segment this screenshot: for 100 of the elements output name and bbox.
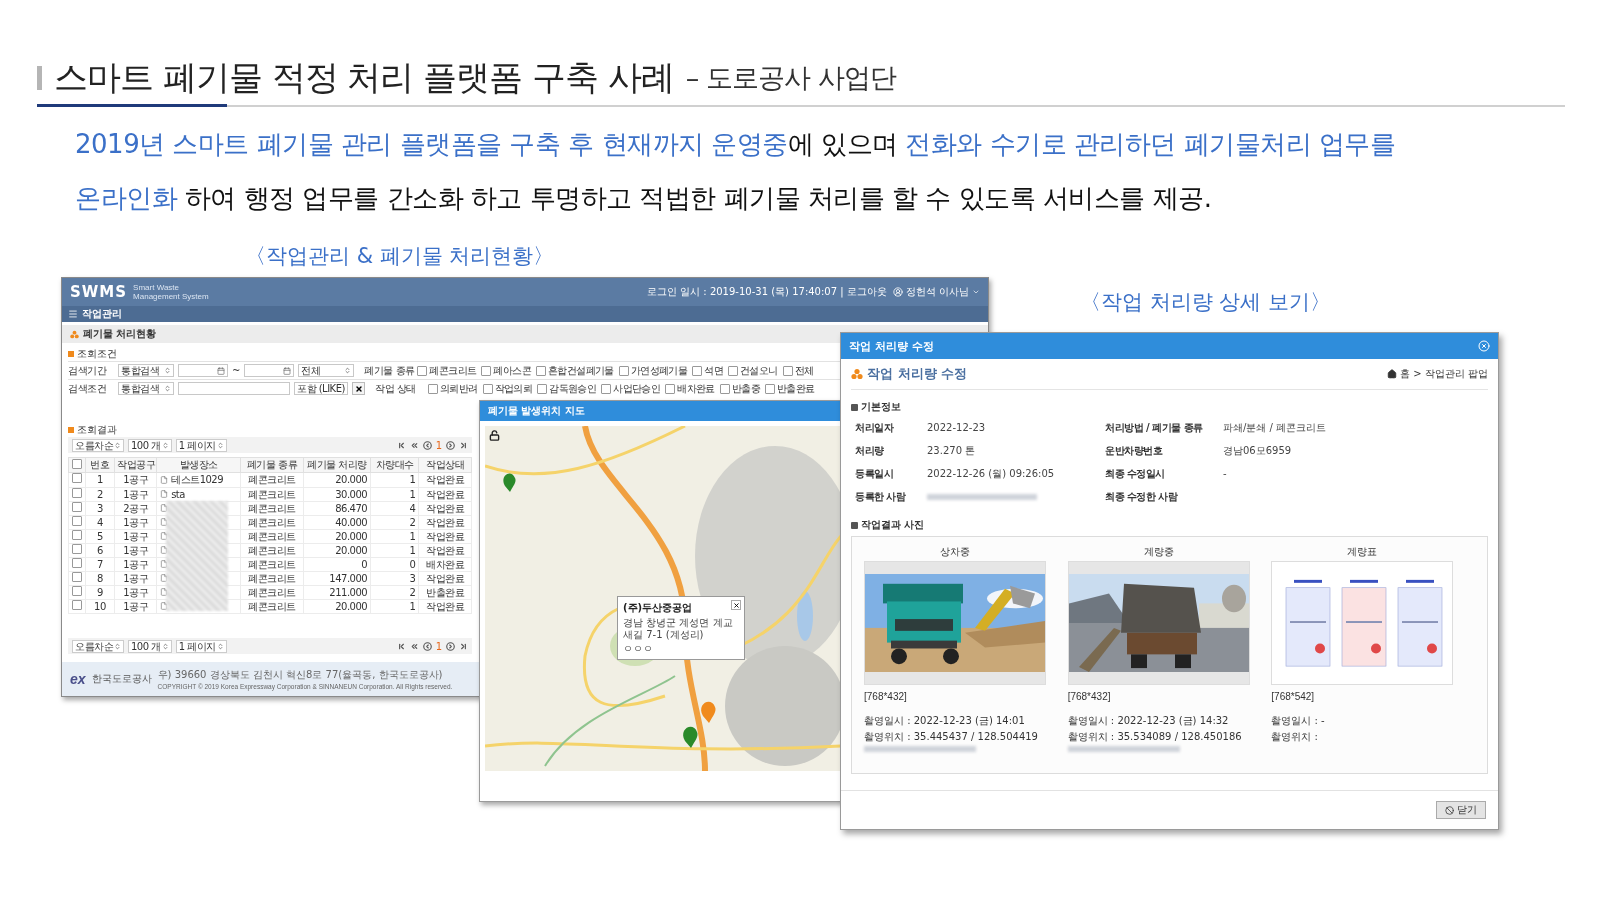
table-cell: 20.000 bbox=[303, 529, 371, 544]
checkbox-option[interactable]: 혼합건설폐기물 bbox=[536, 363, 614, 378]
table-cell: 폐콘크리트 bbox=[240, 585, 304, 600]
checkbox[interactable] bbox=[692, 365, 703, 376]
chevrons-icon bbox=[344, 367, 352, 374]
checkbox[interactable] bbox=[601, 383, 612, 394]
checkbox-option[interactable]: 가연성폐기물 bbox=[618, 363, 688, 378]
table-cell: 작업완료 bbox=[418, 472, 472, 487]
table-cell: 테스트1029 bbox=[171, 473, 224, 486]
checkbox[interactable] bbox=[72, 600, 82, 610]
table-cell: 반출완료 bbox=[418, 585, 472, 600]
checkbox[interactable] bbox=[719, 383, 730, 394]
checkbox-option[interactable]: 석면 bbox=[692, 363, 724, 378]
table-cell: 4 bbox=[85, 515, 115, 530]
table-cell: 10 bbox=[85, 599, 115, 614]
file-icon bbox=[160, 602, 169, 610]
checkbox-option[interactable]: 감독원승인 bbox=[537, 381, 597, 396]
checkbox-option[interactable]: 사업단승인 bbox=[601, 381, 661, 396]
dropdown[interactable]: 전체 bbox=[298, 364, 355, 377]
previous-page-icon[interactable] bbox=[422, 440, 432, 450]
checkbox[interactable] bbox=[72, 586, 82, 596]
table-cell: 작업완료 bbox=[418, 487, 472, 502]
field-label: 처리일자 bbox=[855, 420, 895, 435]
close-button[interactable]: 닫기 bbox=[1436, 801, 1486, 819]
checkbox[interactable] bbox=[72, 473, 82, 484]
last-page-icon[interactable] bbox=[459, 440, 468, 450]
checkbox[interactable] bbox=[665, 383, 676, 394]
checkbox[interactable] bbox=[72, 530, 82, 540]
checkbox-option[interactable]: 반출중 bbox=[719, 381, 761, 396]
checkbox-option[interactable]: 전체 bbox=[782, 363, 814, 378]
checkbox[interactable] bbox=[72, 544, 82, 554]
previous-page-icon[interactable] bbox=[422, 641, 432, 651]
page-select[interactable]: 1 페이지 bbox=[175, 438, 227, 452]
first-page-icon[interactable] bbox=[396, 641, 406, 651]
checkbox-option[interactable]: 반출완료 bbox=[765, 381, 815, 396]
field-label: 처리방법 / 폐기물 종류 bbox=[1105, 420, 1204, 435]
photo-info: 촬영위치 : 35.445437 / 128.504419 bbox=[864, 730, 1038, 744]
checkbox[interactable] bbox=[728, 365, 739, 376]
column-header: 작업공구 bbox=[114, 457, 157, 473]
checkbox[interactable] bbox=[782, 365, 793, 376]
checkbox-option[interactable]: 건설오니 bbox=[728, 363, 778, 378]
menu-icon bbox=[68, 309, 78, 319]
checkbox[interactable] bbox=[537, 383, 548, 394]
nav-menu-button[interactable]: 작업관리 bbox=[68, 307, 122, 321]
checkbox[interactable] bbox=[765, 383, 776, 394]
checkbox[interactable] bbox=[72, 487, 82, 498]
table-cell: 폐콘크리트 bbox=[240, 599, 304, 614]
checkbox-option[interactable]: 배차완료 bbox=[665, 381, 715, 396]
sort-select[interactable]: 오름차순 bbox=[72, 438, 124, 452]
table-cell: 작업완료 bbox=[418, 571, 472, 586]
checkbox-option[interactable]: 폐아스콘 bbox=[481, 363, 531, 378]
photo-info: 촬영위치 : 35.534089 / 128.450186 bbox=[1067, 730, 1242, 744]
dropdown[interactable]: 통합검색 bbox=[118, 364, 174, 377]
popup-address: 경남 창녕군 계성면 계교새길 7-1 (계성리) bbox=[623, 617, 734, 641]
checkbox[interactable] bbox=[71, 459, 82, 469]
first-page-icon[interactable] bbox=[396, 440, 406, 450]
checkbox[interactable] bbox=[72, 502, 82, 512]
checkbox[interactable] bbox=[481, 365, 492, 376]
sort-select[interactable]: 오름차순 bbox=[72, 639, 124, 653]
page-select[interactable]: 1 페이지 bbox=[175, 639, 227, 653]
next-page-icon[interactable] bbox=[446, 641, 455, 651]
checkbox[interactable] bbox=[482, 383, 493, 394]
dots-icon bbox=[851, 368, 863, 380]
dropdown[interactable]: 통합검색 bbox=[118, 382, 174, 395]
checkbox-option[interactable]: 폐콘크리트 bbox=[417, 363, 477, 378]
page-size-select[interactable]: 100 개 bbox=[128, 438, 172, 452]
checkbox[interactable] bbox=[72, 558, 82, 568]
user-menu[interactable]: 정헌석 이사님 bbox=[892, 285, 980, 299]
column-header: 작업상태 bbox=[418, 457, 472, 473]
table-cell: 1 bbox=[370, 599, 419, 614]
checkbox-option[interactable]: 의뢰반려 bbox=[428, 381, 478, 396]
close-icon bbox=[354, 384, 363, 393]
slide-subtitle: – 도로공사 사업단 bbox=[685, 61, 896, 95]
padlock-icon[interactable] bbox=[489, 430, 500, 441]
checkbox[interactable] bbox=[618, 365, 629, 376]
page-size-select[interactable]: 100 개 bbox=[128, 639, 172, 653]
app-logo: SWMS bbox=[70, 283, 128, 301]
clear-button[interactable] bbox=[352, 382, 365, 395]
close-button[interactable] bbox=[731, 600, 741, 610]
last-page-icon[interactable] bbox=[459, 641, 468, 651]
table-cell: 5 bbox=[85, 529, 115, 544]
checkbox[interactable] bbox=[72, 516, 82, 526]
checkbox[interactable] bbox=[428, 383, 438, 394]
previous-pages-icon[interactable] bbox=[409, 641, 419, 651]
date-field[interactable] bbox=[178, 364, 228, 377]
chevrons-icon bbox=[216, 441, 224, 449]
date-field[interactable] bbox=[244, 364, 295, 377]
previous-pages-icon[interactable] bbox=[409, 440, 419, 450]
checkbox-option[interactable]: 작업의뢰 bbox=[482, 381, 533, 396]
checkbox[interactable] bbox=[536, 365, 546, 376]
checkbox[interactable] bbox=[72, 572, 82, 582]
field-value: - bbox=[1223, 467, 1228, 481]
next-page-icon[interactable] bbox=[446, 440, 455, 450]
table-cell: 1공구 bbox=[114, 487, 157, 502]
file-icon bbox=[160, 560, 169, 568]
dropdown[interactable]: 포함 (LIKE) bbox=[294, 382, 348, 395]
table-cell: 3 bbox=[85, 501, 115, 516]
checkbox[interactable] bbox=[417, 365, 428, 376]
table-cell: 폐콘크리트 bbox=[240, 515, 304, 530]
input-field[interactable] bbox=[178, 382, 290, 395]
